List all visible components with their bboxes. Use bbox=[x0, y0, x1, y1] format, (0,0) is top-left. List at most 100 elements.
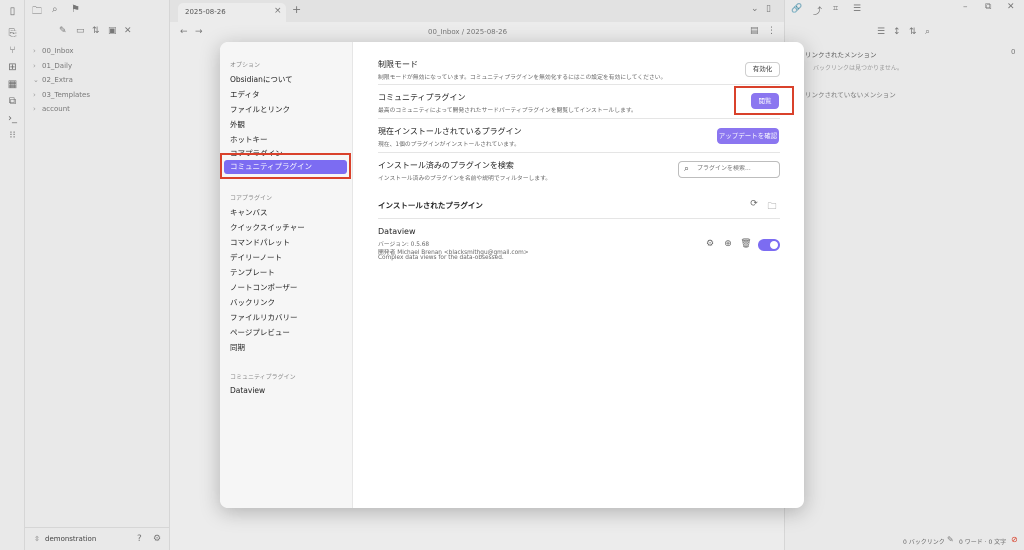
right-sidebar: 🔗 ⤴ ⌗ ☰ – ⧉ ✕ ☰ ↕ ⇅ ⌕ リンクされたメンション 0 バックリ… bbox=[784, 0, 1024, 550]
back-icon[interactable]: ← bbox=[180, 27, 188, 37]
unlinked-mentions-title[interactable]: リンクされていないメンション bbox=[805, 89, 896, 99]
nav-hotkeys[interactable]: ホットキー bbox=[230, 134, 268, 145]
plugin-uninstall-icon[interactable]: 🗑 bbox=[740, 239, 752, 249]
status-backlinks: 0 バックリンク bbox=[903, 539, 945, 546]
outgoing-links-icon[interactable]: ⤴ bbox=[813, 4, 822, 17]
new-tab-button[interactable]: + bbox=[292, 3, 301, 16]
search-icon[interactable]: ⌕ bbox=[925, 27, 930, 37]
plugin-enable-toggle[interactable] bbox=[758, 239, 780, 251]
linked-mentions-title[interactable]: リンクされたメンション bbox=[805, 49, 877, 59]
maximize-icon[interactable]: ⧉ bbox=[985, 2, 991, 12]
reload-plugins-icon[interactable]: ⟳ bbox=[748, 199, 760, 209]
nav-canvas[interactable]: キャンバス bbox=[230, 207, 268, 218]
tree-item[interactable]: ⌄ 02_Extra bbox=[33, 76, 73, 84]
tab-note[interactable]: 2025-08-26 × bbox=[178, 3, 286, 22]
enable-restricted-button[interactable]: 有効化 bbox=[745, 62, 780, 77]
list-icon[interactable]: ☰ bbox=[877, 27, 885, 37]
forward-icon[interactable]: → bbox=[195, 27, 203, 37]
nav-templates[interactable]: テンプレート bbox=[230, 267, 275, 278]
nav-backlinks[interactable]: バックリンク bbox=[230, 297, 275, 308]
sidebar-toggle-icon[interactable]: ▯ bbox=[6, 5, 19, 18]
nav-daily-notes[interactable]: デイリーノート bbox=[230, 252, 282, 263]
vault-chevron-icon[interactable]: ⇳ bbox=[34, 535, 40, 543]
section-core-plugins: コアプラグイン bbox=[230, 195, 273, 202]
linked-empty: バックリンクは見つかりません。 bbox=[813, 65, 903, 72]
settings-sidebar: オプション Obsidianについて エディタ ファイルとリンク 外観 ホットキ… bbox=[220, 42, 353, 508]
nav-sync[interactable]: 同期 bbox=[230, 342, 245, 353]
search-installed-title: インストール済みのプラグインを検索 bbox=[378, 161, 514, 170]
plugin-settings-icon[interactable]: ⚙ bbox=[704, 239, 716, 249]
tab-list-icon[interactable]: ⌄ bbox=[751, 4, 759, 14]
breadcrumb: 00_Inbox / 2025-08-26 bbox=[428, 28, 508, 36]
nav-about[interactable]: Obsidianについて bbox=[230, 74, 293, 85]
nav-quick-switcher[interactable]: クイックスイッチャー bbox=[230, 222, 305, 233]
expand-all-icon[interactable]: ✕ bbox=[124, 26, 132, 36]
tags-icon[interactable]: ⌗ bbox=[833, 4, 838, 14]
bookmark-icon[interactable]: ⚑ bbox=[71, 4, 80, 15]
open-plugins-folder-icon[interactable]: 🗀 bbox=[766, 199, 778, 215]
nav-command-palette[interactable]: コマンドパレット bbox=[230, 237, 290, 248]
daily-note-icon[interactable]: ▦ bbox=[6, 78, 19, 91]
section-community-plugins: コミュニティプラグイン bbox=[230, 374, 296, 381]
search-icon[interactable]: ⌕ bbox=[52, 4, 58, 15]
divider bbox=[378, 84, 780, 85]
divider bbox=[378, 218, 780, 219]
expand-icon[interactable]: ↕ bbox=[893, 27, 901, 37]
nav-note-composer[interactable]: ノートコンポーザー bbox=[230, 282, 297, 293]
plugin-search-input[interactable] bbox=[697, 165, 777, 172]
search-icon: ⌕ bbox=[684, 164, 690, 174]
right-sidebar-toggle-icon[interactable]: ▯ bbox=[766, 4, 771, 14]
check-updates-button[interactable]: アップデートを確認 bbox=[717, 128, 779, 144]
edit-icon[interactable]: ✎ bbox=[947, 535, 954, 544]
plugin-search-box: ⌕ bbox=[678, 161, 780, 178]
divider bbox=[378, 118, 780, 119]
close-tab-icon[interactable]: × bbox=[274, 6, 282, 16]
minimize-icon[interactable]: – bbox=[963, 2, 968, 12]
plugin-hotkeys-icon[interactable]: ⊕ bbox=[722, 239, 734, 249]
outline-icon[interactable]: ☰ bbox=[853, 4, 861, 14]
restricted-mode-title: 制限モード bbox=[378, 60, 418, 69]
file-explorer: 🗀 ⌕ ⚑ ✎ ▭ ⇅ ▣ ✕ › 00_Inbox › 01_Daily ⌄ 02_… bbox=[25, 0, 170, 550]
sort-icon[interactable]: ⇅ bbox=[92, 26, 100, 36]
divider bbox=[378, 152, 780, 153]
templates-icon[interactable]: ⧉ bbox=[6, 95, 19, 108]
sync-error-icon[interactable]: ⊘ bbox=[1011, 535, 1018, 544]
folder-icon[interactable]: 🗀 bbox=[32, 4, 42, 21]
tree-item[interactable]: › account bbox=[33, 105, 70, 113]
backlinks-icon[interactable]: 🔗 bbox=[791, 4, 802, 14]
collapse-icon[interactable]: ▣ bbox=[108, 26, 117, 36]
tab-title: 2025-08-26 bbox=[185, 8, 226, 16]
canvas-icon[interactable]: ⊞ bbox=[6, 61, 19, 74]
graph-view-icon[interactable]: ⑂ bbox=[6, 44, 19, 57]
nav-appearance[interactable]: 外観 bbox=[230, 119, 245, 130]
new-note-icon[interactable]: ✎ bbox=[59, 26, 67, 36]
nav-files-links[interactable]: ファイルとリンク bbox=[230, 104, 290, 115]
search-installed-desc: インストール済みのプラグインを名前や説明でフィルターします。 bbox=[378, 176, 552, 182]
nav-editor[interactable]: エディタ bbox=[230, 89, 259, 100]
tree-item[interactable]: › 01_Daily bbox=[33, 62, 72, 70]
plugin-description: Complex data views for the data-obsessed… bbox=[378, 255, 504, 261]
left-ribbon: ▯ ⎘ ⑂ ⊞ ▦ ⧉ ›_ ⁝⁝ bbox=[0, 0, 25, 550]
settings-icon[interactable]: ⚙ bbox=[153, 534, 161, 544]
nav-dataview[interactable]: Dataview bbox=[230, 386, 265, 395]
highlight-box bbox=[734, 86, 794, 115]
window-close-icon[interactable]: ✕ bbox=[1007, 2, 1015, 12]
toggle-knob bbox=[770, 241, 778, 249]
tree-item[interactable]: › 00_Inbox bbox=[33, 47, 74, 55]
sort-icon[interactable]: ⇅ bbox=[909, 27, 917, 37]
highlight-box bbox=[220, 153, 351, 179]
installed-plugins-header: インストールされたプラグイン bbox=[378, 201, 483, 210]
tree-item[interactable]: › 03_Templates bbox=[33, 91, 90, 99]
nav-page-preview[interactable]: ページプレビュー bbox=[230, 327, 290, 338]
nav-file-recovery[interactable]: ファイルリカバリー bbox=[230, 312, 298, 323]
help-icon[interactable]: ? bbox=[137, 534, 142, 544]
open-quick-switcher-icon[interactable]: ⎘ bbox=[6, 27, 19, 40]
publish-icon[interactable]: ⁝⁝ bbox=[6, 129, 19, 142]
reading-view-icon[interactable]: ▤ bbox=[750, 26, 759, 36]
new-folder-icon[interactable]: ▭ bbox=[76, 26, 85, 36]
more-options-icon[interactable]: ⋮ bbox=[767, 26, 776, 36]
vault-name[interactable]: demonstration bbox=[45, 535, 96, 543]
command-palette-icon[interactable]: ›_ bbox=[6, 112, 19, 125]
installed-now-desc: 現在、1個のプラグインがインストールされています。 bbox=[378, 142, 520, 148]
installed-now-title: 現在インストールされているプラグイン bbox=[378, 127, 522, 136]
